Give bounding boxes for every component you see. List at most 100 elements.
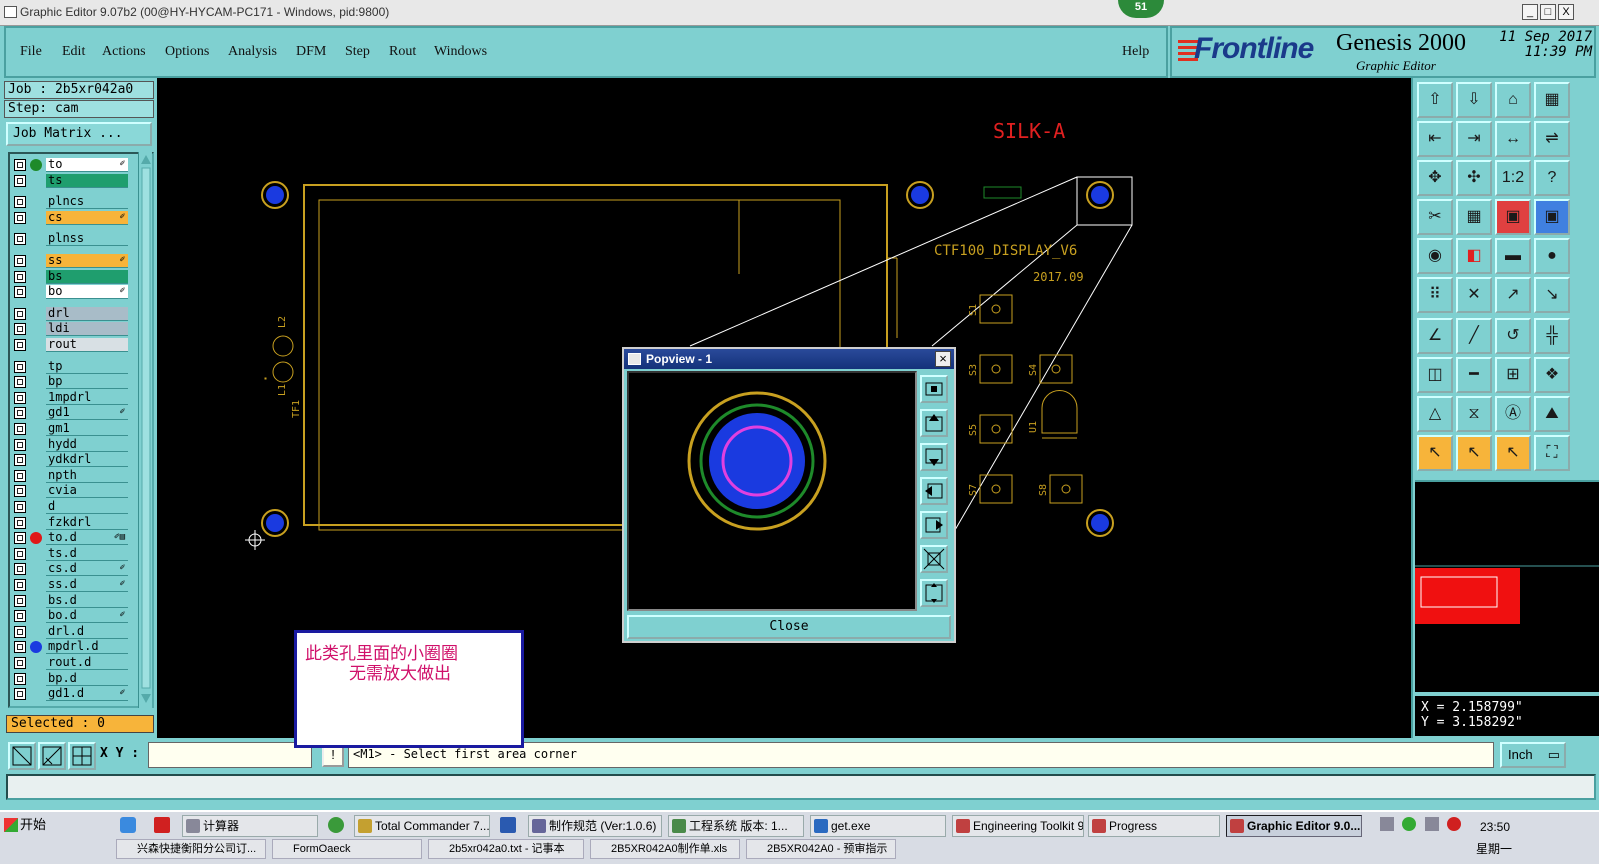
layer-row[interactable]: ts — [12, 173, 134, 188]
overview-map[interactable] — [1415, 480, 1599, 692]
task-total-commander[interactable]: Total Commander 7.... — [354, 815, 490, 837]
net-icon[interactable]: ⠿ — [1417, 277, 1453, 313]
layer-row[interactable]: npth — [12, 468, 134, 483]
layer-name[interactable]: cvia — [46, 484, 128, 499]
layer-row[interactable]: plncs — [12, 195, 134, 210]
system-tray[interactable] — [1380, 817, 1470, 835]
menu-options[interactable]: Options — [165, 44, 209, 60]
layer-row[interactable]: tp — [12, 359, 134, 374]
layer-name[interactable]: to.d ✐▤ — [46, 531, 128, 546]
xy-input[interactable] — [148, 742, 312, 768]
menu-analysis[interactable]: Analysis — [228, 44, 277, 60]
layer-row[interactable]: cs.d ✐ — [12, 562, 134, 577]
layer-affected-dot[interactable] — [30, 532, 42, 545]
layer-name[interactable]: to ✐ — [46, 158, 128, 172]
layer-checkbox[interactable] — [14, 211, 26, 224]
pdf-icon[interactable] — [154, 817, 170, 833]
layer-name[interactable]: drl — [46, 306, 128, 321]
task-review[interactable]: 2B5XR042A0 - 预审指示 — [746, 839, 896, 859]
menu-file[interactable]: File — [20, 44, 42, 60]
start-button[interactable]: 开始 — [2, 815, 100, 837]
layer-row[interactable]: plnss — [12, 232, 134, 247]
tray-icon[interactable] — [1402, 817, 1417, 831]
layer-checkbox[interactable] — [14, 532, 26, 545]
app-icon[interactable] — [4, 6, 17, 18]
tray-icon[interactable] — [1424, 817, 1439, 831]
cross-icon[interactable]: ✕ — [1456, 277, 1492, 313]
layer-row[interactable]: drl — [12, 306, 134, 321]
layer-row[interactable]: to.d ✐▤ — [12, 531, 134, 546]
layer-name[interactable]: cs ✐ — [46, 210, 128, 225]
layer-checkbox[interactable] — [14, 594, 26, 607]
layer-row[interactable]: ldi — [12, 322, 134, 337]
layer-name[interactable]: rout.d — [46, 656, 128, 670]
layer-name[interactable]: ss.d ✐ — [46, 578, 128, 592]
mirror-icon[interactable]: ╬ — [1534, 318, 1570, 354]
layer-checkbox[interactable] — [14, 270, 26, 283]
layer-checkbox[interactable] — [14, 323, 26, 336]
layer-name[interactable]: cs.d ✐ — [46, 562, 128, 577]
layer-row[interactable]: rout — [12, 338, 134, 352]
drc-red-icon[interactable]: ▣ — [1495, 199, 1531, 235]
layer-row[interactable]: gd1 ✐ — [12, 406, 134, 421]
cursor-sel-icon[interactable]: ↖ — [1495, 435, 1531, 471]
layer-checkbox[interactable] — [14, 174, 26, 187]
layer-row[interactable]: ss.d ✐ — [12, 578, 134, 592]
tri-b-icon[interactable]: ⧖ — [1456, 396, 1492, 432]
layer-row[interactable]: fzkdrl — [12, 515, 134, 530]
layer-checkbox[interactable] — [14, 688, 26, 701]
layer-row[interactable]: 1mpdrl — [12, 390, 134, 405]
grid-icon[interactable]: ▦ — [1456, 199, 1492, 235]
via-icon[interactable]: ● — [1534, 238, 1570, 274]
layer-checkbox[interactable] — [14, 407, 26, 420]
layer-checkbox[interactable] — [14, 376, 26, 389]
grid-icon[interactable] — [68, 742, 96, 770]
layer-down-icon[interactable]: ⇩ — [1456, 82, 1492, 118]
layer-row[interactable]: d — [12, 500, 134, 514]
route-icon[interactable]: ◧ — [1456, 238, 1492, 274]
layer-checkbox[interactable] — [14, 501, 26, 513]
layer-name[interactable]: gd1 ✐ — [46, 406, 128, 421]
layer-name[interactable]: ss ✐ — [46, 254, 128, 268]
popview-title[interactable]: Popview - 1 — [624, 349, 954, 369]
zoom-in-icon[interactable] — [920, 545, 948, 573]
task-form[interactable]: FormOaeck — [272, 839, 422, 859]
layer-name[interactable]: mpdrl.d — [46, 640, 128, 655]
layer-checkbox[interactable] — [14, 469, 26, 482]
task-get-exe[interactable]: get.exe — [810, 815, 946, 837]
layer-checkbox[interactable] — [14, 547, 26, 560]
layer-name[interactable]: npth — [46, 468, 128, 483]
pan-down-icon[interactable] — [920, 443, 948, 471]
task-eng-system[interactable]: 工程系统 版本: 1... — [668, 815, 804, 837]
layer-checkbox[interactable] — [14, 307, 26, 320]
tray-icon[interactable] — [1447, 817, 1462, 831]
menu-edit[interactable]: Edit — [62, 44, 85, 60]
layer-checkbox[interactable] — [14, 339, 26, 351]
swap-icon[interactable]: ⇌ — [1534, 121, 1570, 157]
tray-icon[interactable] — [1380, 817, 1394, 831]
layer-name[interactable]: bp — [46, 375, 128, 390]
layer-checkbox[interactable] — [14, 159, 26, 171]
layer-name[interactable]: bs.d — [46, 593, 128, 608]
fit-icon[interactable]: ✥ — [1417, 160, 1453, 196]
task-graphic-editor[interactable]: Graphic Editor 9.0... — [1226, 815, 1362, 837]
menu-actions[interactable]: Actions — [102, 44, 146, 60]
menu-rout[interactable]: Rout — [389, 44, 416, 60]
step-icon[interactable]: ⊞ — [1495, 357, 1531, 393]
minimize-button[interactable]: _ — [1522, 4, 1538, 20]
tools-icon[interactable]: ✂ — [1417, 199, 1453, 235]
layer-name[interactable]: plnss — [46, 232, 128, 247]
drc-blue-icon[interactable]: ▣ — [1534, 199, 1570, 235]
layer-row[interactable]: bp.d — [12, 671, 134, 686]
task-spec[interactable]: 制作规范 (Ver:1.0.6) — [528, 815, 662, 837]
layer-checkbox[interactable] — [14, 286, 26, 299]
home-icon[interactable]: ⌂ — [1495, 82, 1531, 118]
unit-selector[interactable]: Inch ▭ — [1500, 742, 1566, 768]
task-engineering-toolkit[interactable]: Engineering Toolkit 9.... — [952, 815, 1084, 837]
prev-icon[interactable]: ⇤ — [1417, 121, 1453, 157]
layer-row[interactable]: bo ✐ — [12, 285, 134, 300]
popview-close-icon[interactable]: × — [935, 351, 951, 367]
layer-checkbox[interactable] — [14, 255, 26, 267]
layer-checkbox[interactable] — [14, 423, 26, 435]
tri-d-icon[interactable]: ⛰ — [1534, 396, 1570, 432]
